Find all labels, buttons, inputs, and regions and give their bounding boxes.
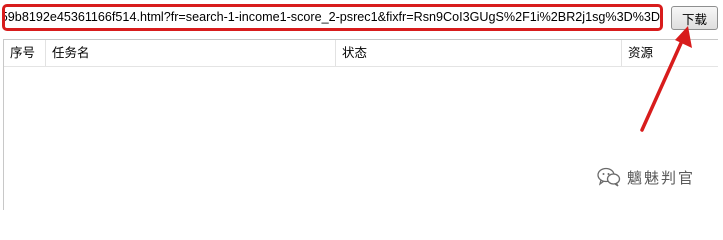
wechat-icon xyxy=(597,167,621,187)
column-header-status[interactable]: 状态 xyxy=(336,40,622,66)
table-header: 序号 任务名 状态 资源 xyxy=(4,40,718,67)
column-header-task-name[interactable]: 任务名 xyxy=(46,40,336,66)
url-input[interactable]: 0cbb22cd6a159b8192e45361166f514.html?fr=… xyxy=(5,7,660,28)
url-text: 0cbb22cd6a159b8192e45361166f514.html?fr=… xyxy=(5,10,660,24)
watermark-text: 魑魅判官 xyxy=(627,168,696,187)
url-input-highlight-box: 0cbb22cd6a159b8192e45361166f514.html?fr=… xyxy=(2,4,663,31)
red-arrow-annotation xyxy=(640,26,692,132)
watermark: 魑魅判官 xyxy=(597,165,695,189)
column-header-index[interactable]: 序号 xyxy=(4,40,46,66)
